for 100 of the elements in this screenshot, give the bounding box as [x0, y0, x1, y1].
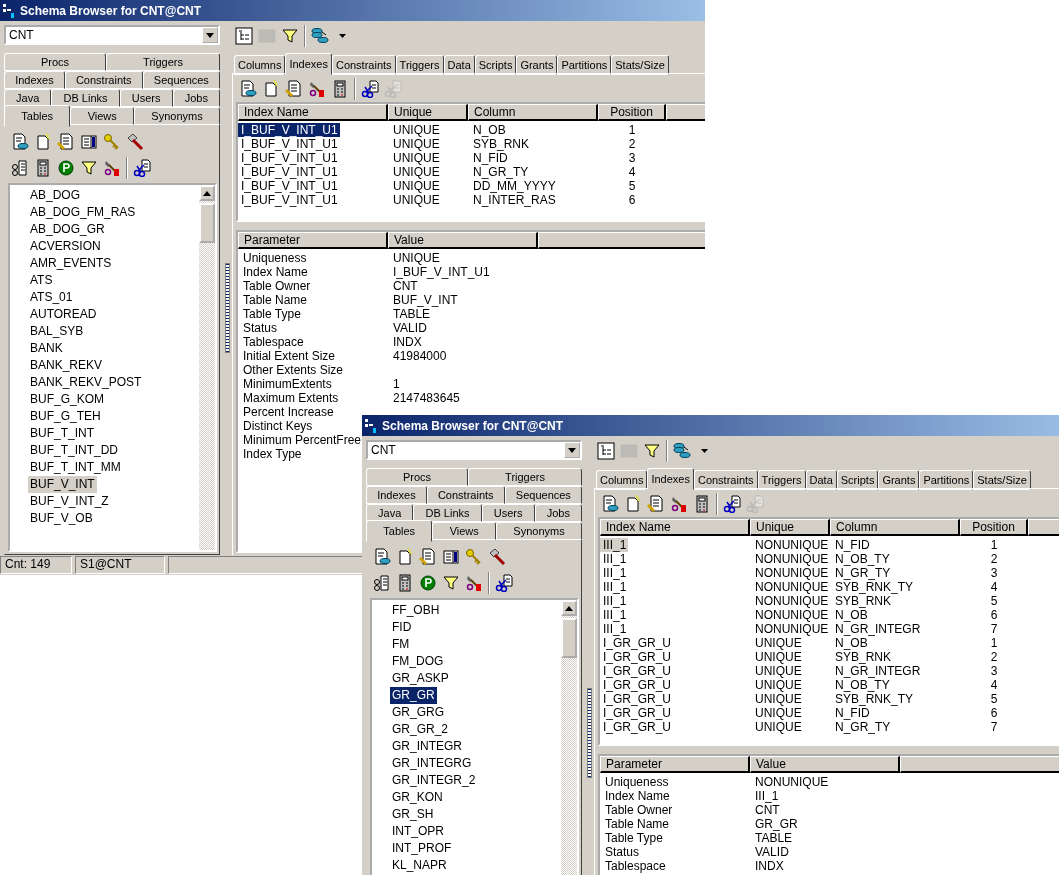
list-item[interactable]: AB_DOG_GR [28, 221, 107, 238]
list-item[interactable]: ATS_01 [28, 289, 75, 306]
list-item[interactable]: BANK_REKV_POST [28, 374, 144, 391]
table-cell[interactable]: III_1 [600, 580, 629, 594]
list-item[interactable]: FID [390, 619, 414, 636]
tab[interactable]: Synonyms [134, 107, 220, 125]
table-cell[interactable]: I_BUF_V_INT_U1 [238, 193, 340, 207]
list-item[interactable]: FM_DOG [390, 653, 446, 670]
tab[interactable]: Indexes [4, 71, 65, 89]
column-header[interactable]: Value [750, 756, 900, 773]
tab[interactable]: Grants [516, 55, 558, 75]
tree-icon[interactable] [235, 27, 253, 45]
list-item[interactable]: AMR_EVENTS [28, 255, 114, 272]
tab[interactable]: Partitions [557, 55, 612, 75]
calculator-icon[interactable] [34, 159, 52, 177]
tab[interactable]: Tables [366, 520, 433, 542]
tools-icon[interactable] [103, 159, 121, 177]
column-header[interactable]: Column [830, 519, 960, 536]
tab[interactable]: Indexes [285, 53, 332, 75]
database-icon[interactable] [311, 27, 329, 45]
table-cell[interactable]: I_GR_GR_U [600, 678, 674, 692]
list-item[interactable]: AB_DOG_FM_RAS [28, 204, 138, 221]
table-cell[interactable]: I_GR_GR_U [600, 720, 674, 734]
column-header[interactable]: Position [960, 519, 1028, 536]
list-item[interactable]: BAL_SYB [28, 323, 86, 340]
database-icon[interactable] [673, 442, 691, 460]
calculator-icon[interactable] [331, 80, 349, 98]
database-document-icon[interactable] [11, 133, 29, 151]
schema-dropdown[interactable]: CNT [4, 25, 220, 45]
tab[interactable]: Triggers [468, 468, 582, 486]
table-cell[interactable]: I_GR_GR_U [600, 692, 674, 706]
calculator-icon[interactable] [693, 495, 711, 513]
scrollbar[interactable] [199, 185, 215, 550]
list-item[interactable]: GR_GRG [390, 704, 446, 721]
list-item[interactable]: KL_NAPR [390, 857, 449, 874]
tab[interactable]: Procs [366, 468, 469, 486]
list-item[interactable]: GR_KON [390, 789, 445, 806]
list-item[interactable]: INT_PROF [390, 840, 454, 857]
list-item[interactable]: BANK_REKV [28, 357, 105, 374]
list-item[interactable]: BUF_G_KOM [28, 391, 106, 408]
column-header[interactable]: Column [468, 104, 598, 121]
tools-icon[interactable] [308, 80, 326, 98]
list-item[interactable]: BUF_V_INT_Z [28, 493, 111, 510]
tab[interactable]: Constraints [64, 71, 143, 89]
list-item[interactable]: FF_OBH [390, 602, 442, 619]
scrollbar-thumb[interactable] [199, 203, 215, 243]
dropdown-button[interactable] [202, 27, 218, 43]
tab[interactable]: Stats/Size [973, 470, 1031, 490]
list-item[interactable]: GR_GR [390, 687, 437, 704]
tab[interactable]: Tables [4, 105, 71, 127]
tab[interactable]: Jobs [172, 89, 220, 107]
new-document-icon[interactable] [262, 80, 280, 98]
tab[interactable]: Partitions [919, 470, 974, 490]
new-document-icon[interactable] [624, 495, 642, 513]
scrollbar[interactable] [561, 600, 577, 875]
scissors-document-icon[interactable] [723, 495, 741, 513]
list-item[interactable]: BANK [28, 340, 65, 357]
tools-icon[interactable] [465, 574, 483, 592]
tab[interactable]: Java [366, 504, 414, 522]
edit-document-icon[interactable] [419, 548, 437, 566]
tab[interactable]: Stats/Size [611, 55, 669, 75]
column-header[interactable]: Unique [388, 104, 468, 121]
list-item[interactable]: ATS [28, 272, 55, 289]
key-icon[interactable] [465, 548, 483, 566]
tab[interactable]: Indexes [647, 468, 694, 490]
edit-document-icon[interactable] [285, 80, 303, 98]
table-cell[interactable]: I_BUF_V_INT_U1 [238, 179, 340, 193]
tab[interactable]: Users [481, 504, 535, 522]
column-header[interactable]: Parameter [600, 756, 750, 773]
database-document-icon[interactable] [239, 80, 257, 98]
tab[interactable]: Columns [596, 470, 648, 490]
new-document-icon[interactable] [396, 548, 414, 566]
filter-icon[interactable] [80, 159, 98, 177]
table-cell[interactable]: I_GR_GR_U [600, 650, 674, 664]
list-item[interactable]: BUF_T_INT [28, 425, 96, 442]
table-cell[interactable]: III_1 [600, 566, 629, 580]
scrollbar-thumb[interactable] [561, 618, 577, 658]
tab[interactable]: Users [119, 89, 173, 107]
column-header[interactable]: Index Name [238, 104, 388, 121]
tab[interactable]: Columns [234, 55, 286, 75]
list-item[interactable]: BUF_V_INT [28, 476, 97, 493]
schema-dropdown[interactable]: CNT [366, 440, 582, 460]
list-item[interactable]: GR_ASKP [390, 670, 451, 687]
scissors-document-icon[interactable] [495, 574, 513, 592]
list-item[interactable]: GR_GR_2 [390, 721, 451, 738]
table-cell[interactable]: III_1 [600, 608, 629, 622]
scissors-document-icon[interactable] [361, 80, 379, 98]
tab[interactable]: Constraints [426, 486, 505, 504]
tab[interactable]: Grants [878, 470, 920, 490]
list-item[interactable]: ACVERSION [28, 238, 103, 255]
splitter-handle[interactable] [224, 263, 230, 353]
new-document-icon[interactable] [34, 133, 52, 151]
tab[interactable]: Synonyms [496, 522, 582, 540]
tab[interactable]: Views [70, 107, 135, 125]
key-icon[interactable] [103, 133, 121, 151]
object-list[interactable]: FF_OBH FID FM FM_DOG GR_ASKP GR_GR GR_GRG GR_GR_2 GR_INTEGR GR_INTEGRG GR_INTEGR_2 GR_KON GR_SH INT_OPR INT_PROF KL_NAPR [370, 598, 579, 875]
scissors-document-icon[interactable] [133, 159, 151, 177]
tab[interactable]: DB Links [51, 89, 120, 107]
list-item[interactable]: BUF_V_OB [28, 510, 95, 527]
table-cell[interactable]: I_GR_GR_U [600, 664, 674, 678]
